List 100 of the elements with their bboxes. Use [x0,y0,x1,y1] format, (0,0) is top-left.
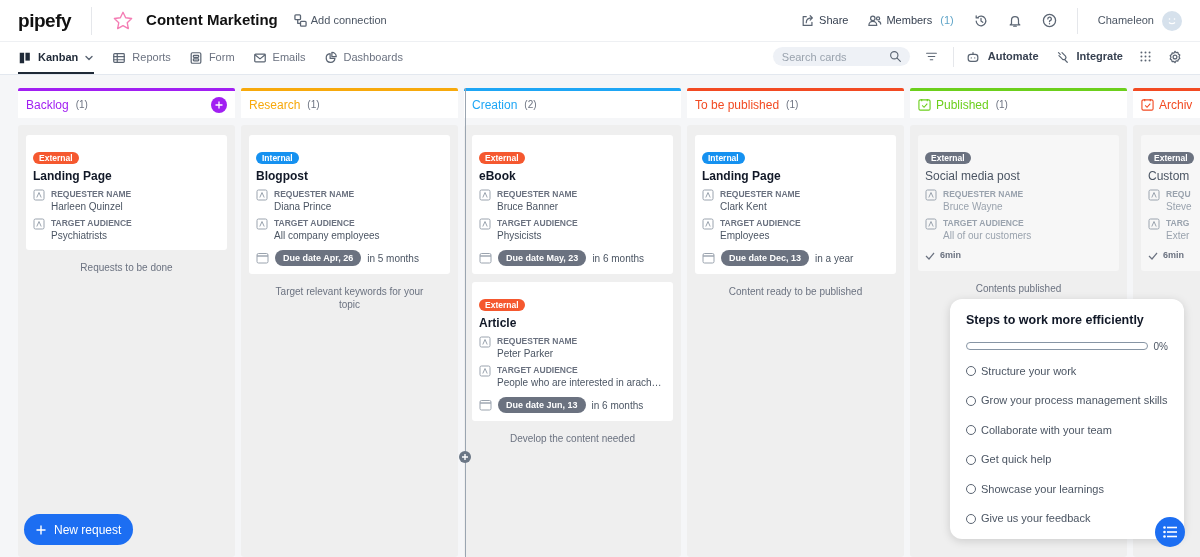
card-title: Blogpost [256,169,309,184]
card-title: Social media post [925,169,1021,184]
calendar-icon [479,252,492,264]
text-field-icon [1148,218,1160,230]
field-value: Diana Prince [274,200,333,213]
card-tag: External [1148,152,1194,164]
help-icon[interactable] [1041,13,1057,28]
card[interactable]: External Landing Page REQUESTER NAME Harleen Quinzel TARGET AUDIENCE Psychiatrists [26,135,227,250]
emails-tab[interactable]: Emails [252,43,306,74]
due-date-relative: in 5 months [367,251,419,266]
field-label: TARGET AUDIENCE [497,218,578,229]
field-value: Physicists [497,229,543,242]
field-label: REQUESTER NAME [720,189,801,200]
step-label[interactable]: Get quick help [981,451,1052,468]
kanban-tab[interactable]: Kanban [18,43,95,74]
dashboards-tab[interactable]: Dashboards [323,43,403,74]
step-label[interactable]: Grow your process management skills [981,392,1168,409]
step-label[interactable]: Showcase your learnings [981,480,1104,498]
due-date-relative: in 6 months [591,398,644,413]
field-label: REQUESTER NAME [943,189,1024,200]
field-value: Steve [1166,200,1192,213]
reports-tab[interactable]: Reports [112,43,171,74]
automate-button[interactable]: Automate [965,48,1039,65]
card-tag: External [925,152,971,164]
due-date-relative: in a year [815,251,854,266]
form-tab[interactable]: Form [188,43,235,74]
card[interactable]: External Custom REQU Steve TARG Exter 6min [1141,135,1200,271]
due-date-badge: Due date May, 23 [498,250,587,266]
checkbox-icon [918,98,931,111]
phase-name: Creation [472,96,518,114]
search-field[interactable]: Search cards [772,47,910,66]
plus-icon [36,524,46,535]
filter-icon[interactable] [924,50,938,63]
card[interactable]: Internal Blogpost REQUESTER NAME Diana Prince TARGET AUDIENCE All company employees Due date Apr, 26 in 5 months [249,135,450,274]
calendar-icon [702,252,715,264]
dashboards-icon [323,50,338,65]
phase-count: (1) [786,98,799,112]
field-value: All company employees [274,229,380,242]
text-field-icon [1148,189,1160,201]
card[interactable]: Internal Landing Page REQUESTER NAME Clark Kent TARGET AUDIENCE Employees Due date Dec, 13 in a year [695,135,896,274]
form-icon [188,50,203,65]
card[interactable]: External Article REQUESTER NAME Peter Parker TARGET AUDIENCE People who are interested in arach… Due date Jun, 13 in 6 months [472,282,673,421]
emails-icon [252,50,267,65]
app-logo[interactable]: pipefy [18,6,93,35]
field-value: Peter Parker [497,347,555,360]
add-phase-icon[interactable] [459,451,471,463]
kanban-icon [18,50,32,65]
card[interactable]: External eBook REQUESTER NAME Bruce Banner TARGET AUDIENCE Physicists Due date May, 23 in 6 months [472,135,673,274]
phase-description: Requests to be done [79,261,174,274]
phase-count: (1) [307,98,320,112]
phase-count: (1) [75,98,88,112]
star-icon [112,9,135,32]
progress-percent: 0% [1153,339,1168,354]
phase-name: Archiv [1159,96,1193,114]
text-field-icon [479,365,491,377]
text-field-icon [925,218,937,230]
duration-label: 6min [1163,249,1184,262]
field-label: REQUESTER NAME [497,189,578,200]
field-label: TARGET AUDIENCE [51,218,132,229]
field-value: All of our customers [943,229,1032,242]
step-label[interactable]: Structure your work [981,362,1077,380]
text-field-icon [479,218,491,230]
card-tag: Internal [256,152,299,164]
history-icon[interactable] [973,13,988,28]
field-value: Psychiatrists [51,229,109,242]
user-name[interactable]: Chameleon [1097,12,1154,29]
phase-name: Published [936,96,989,114]
field-value: People who are interested in arach… [497,376,662,389]
step-label[interactable]: Give us your feedback [981,510,1091,527]
settings-icon[interactable] [1168,49,1182,64]
new-request-button[interactable]: New request [24,514,134,545]
card-title: eBook [479,169,517,184]
apps-grid-icon[interactable] [1139,50,1152,63]
field-label: REQUESTER NAME [274,189,355,200]
card-title: Article [479,316,518,331]
field-label: REQUESTER NAME [497,336,578,347]
add-card-button[interactable] [211,96,227,113]
field-label: TARGET AUDIENCE [720,218,801,229]
share-icon [801,13,816,28]
integrate-button[interactable]: Integrate [1054,48,1123,65]
step-label[interactable]: Collaborate with your team [981,421,1112,439]
card-title: Landing Page [33,169,113,184]
reports-icon [112,50,127,65]
due-date-badge: Due date Dec, 13 [721,250,810,266]
calendar-icon [256,252,269,264]
bell-icon[interactable] [1007,13,1022,28]
members-button[interactable]: Members (1) [868,12,954,29]
phase-description: Target relevant keywords for your topic [274,285,425,311]
text-field-icon [33,218,45,230]
due-date-badge: Due date Jun, 13 [498,397,586,413]
text-field-icon [256,218,268,230]
phase-name: To be published [695,96,780,114]
connection-icon [293,14,307,27]
add-connection-link[interactable]: Add connection [293,12,387,29]
due-date-relative: in 6 months [592,251,645,266]
text-field-icon [33,189,45,201]
card[interactable]: External Social media post REQUESTER NAME Bruce Wayne TARGET AUDIENCE All of our customers 6min [918,135,1119,271]
share-button[interactable]: Share [801,12,849,29]
field-label: TARGET AUDIENCE [943,218,1025,229]
checkbox-icon [1141,98,1154,111]
